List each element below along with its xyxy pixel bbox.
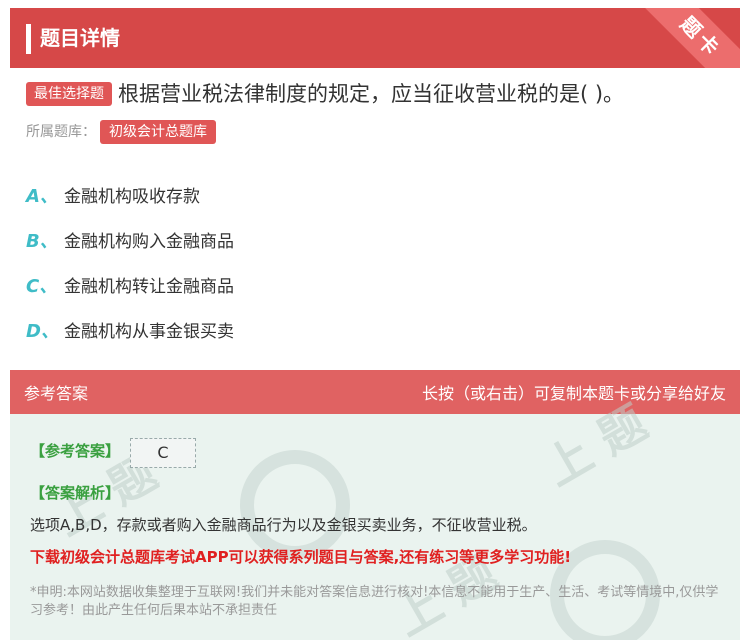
question-bank-row: 所属题库： 初级会计总题库 [26,120,216,144]
option-letter: B、 [26,230,58,252]
header-accent-bar [26,24,31,54]
question-bank-label: 所属题库： [26,124,96,140]
share-hint: 长按（或右击）可复制本题卡或分享给好友 [421,384,726,403]
corner-badge-label: 题卡 [640,8,740,68]
option-text: 金融机构吸收存款 [64,187,200,207]
app-download-promo[interactable]: 下载初级会计总题库考试APP可以获得系列题目与答案,还有练习等更多学习功能! [30,546,571,567]
answer-panel-title: 参考答案 [24,384,89,403]
page-header: 题目详情 题卡 [10,8,740,68]
option-letter: A、 [26,185,58,207]
answer-value: C [130,438,196,468]
option-d[interactable]: D、 金融机构从事金银买卖 [26,307,726,352]
question-type-badge: 最佳选择题 [26,82,112,106]
option-b[interactable]: B、 金融机构购入金融商品 [26,217,726,262]
option-letter: D、 [26,320,59,342]
watermark-logo [240,450,350,560]
option-text: 金融机构购入金融商品 [64,232,234,252]
question-stem: 最佳选择题 根据营业税法律制度的规定，应当征收营业税的是( )。 [26,78,726,110]
option-text: 金融机构从事金银买卖 [64,322,234,342]
option-letter: C、 [26,275,58,297]
question-bank-link[interactable]: 初级会计总题库 [100,120,216,144]
analysis-text: 选项A,B,D，存款或者购入金融商品行为以及金银买卖业务，不征收营业税。 [30,516,537,534]
analysis-tag: 【答案解析】 [30,484,121,502]
option-a[interactable]: A、 金融机构吸收存款 [26,172,726,217]
option-list: A、 金融机构吸收存款 B、 金融机构购入金融商品 C、 金融机构转让金融商品 … [26,172,726,352]
disclaimer-text: *申明:本网站数据收集整理于互联网!我们并未能对答案信息进行核对!本信息不能用于… [30,585,719,618]
page-title: 题目详情 [40,26,120,50]
option-c[interactable]: C、 金融机构转让金融商品 [26,262,726,307]
answer-panel-header: 参考答案 长按（或右击）可复制本题卡或分享给好友 [10,370,740,414]
answer-tag: 【参考答案】 [30,442,121,460]
question-text: 根据营业税法律制度的规定，应当征收营业税的是( )。 [118,82,625,106]
option-text: 金融机构转让金融商品 [64,277,234,297]
answer-panel: 参考答案 长按（或右击）可复制本题卡或分享给好友 上 题 上 题 上 题 【参考… [10,370,740,640]
corner-badge: 题卡 [640,8,740,68]
